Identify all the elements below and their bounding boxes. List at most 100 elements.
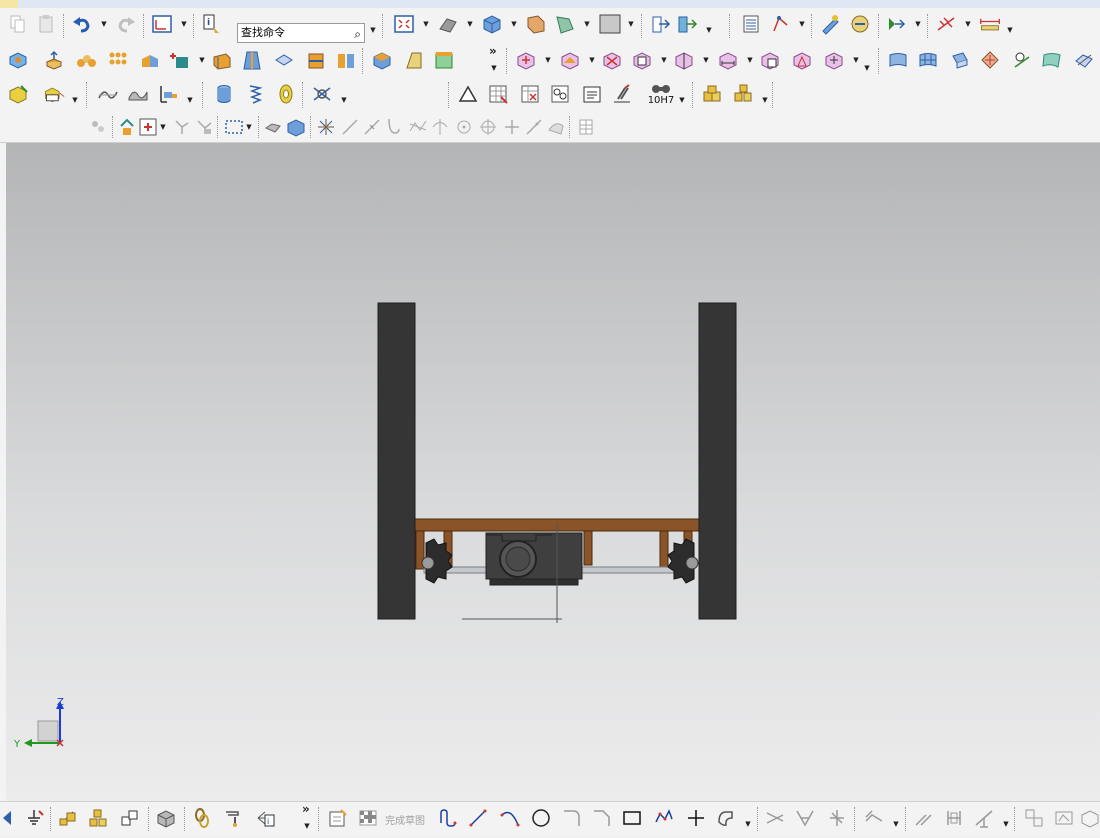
- filter-dropdown-icon[interactable]: ▼: [914, 12, 922, 36]
- chamfer-sketch-icon[interactable]: [590, 806, 614, 830]
- offset-region-icon[interactable]: [672, 48, 696, 72]
- mirror-assembly-icon[interactable]: [118, 806, 142, 830]
- sketch-constraint-icon[interactable]: [22, 806, 46, 830]
- tolerance-dropdown-icon[interactable]: ▼: [678, 88, 686, 112]
- background-dropdown-icon[interactable]: ▼: [627, 12, 635, 36]
- split-body-icon[interactable]: [334, 48, 358, 72]
- redo-icon[interactable]: [114, 12, 138, 36]
- layer-dropdown-icon[interactable]: ▼: [798, 12, 806, 36]
- quadrant-point-icon[interactable]: [452, 115, 476, 139]
- copy-face-dropdown-icon[interactable]: ▼: [660, 48, 668, 72]
- pattern-feature-icon[interactable]: [74, 48, 98, 72]
- shaded-view-icon[interactable]: [284, 115, 308, 139]
- curve-mesh-icon[interactable]: [916, 48, 940, 72]
- datum-dropdown-icon[interactable]: ▼: [198, 48, 206, 72]
- swept-icon[interactable]: [948, 48, 972, 72]
- rectangle-dropdown-icon[interactable]: ▼: [245, 115, 253, 139]
- selection-scope-icon[interactable]: [86, 115, 110, 139]
- datum-feature-icon[interactable]: [456, 82, 480, 106]
- search-icon[interactable]: ⌕: [354, 25, 361, 43]
- align-edges-icon[interactable]: [156, 82, 180, 106]
- right-wheel[interactable]: [698, 302, 737, 620]
- sketch-task-icon[interactable]: [326, 806, 350, 830]
- bearing-icon[interactable]: [274, 82, 298, 106]
- harness-icon[interactable]: [310, 82, 334, 106]
- section-dropdown-icon[interactable]: ▼: [583, 12, 591, 36]
- graphics-window[interactable]: Z Y: [6, 143, 1100, 801]
- mid-point-icon[interactable]: [360, 115, 384, 139]
- note-icon[interactable]: [580, 82, 604, 106]
- pull-face-icon[interactable]: [558, 48, 582, 72]
- point-icon[interactable]: [684, 806, 708, 830]
- orient-view-icon[interactable]: [480, 12, 504, 36]
- extrude-icon[interactable]: [42, 48, 66, 72]
- show-constraints-icon[interactable]: [1078, 806, 1100, 830]
- replace-blend-icon[interactable]: [758, 48, 782, 72]
- n-sided-surface-icon[interactable]: [978, 48, 1002, 72]
- synchronous-overflow-icon[interactable]: ▼: [863, 56, 871, 80]
- clear-snap-icon[interactable]: [574, 115, 598, 139]
- shell-icon[interactable]: [272, 48, 296, 72]
- overflow-dropdown-icon[interactable]: ▼: [490, 56, 498, 80]
- link-icon[interactable]: [190, 806, 214, 830]
- search-dropdown-icon[interactable]: ▼: [369, 18, 377, 42]
- model-view[interactable]: Z Y: [6, 143, 1100, 801]
- snap-filter-icon[interactable]: [136, 115, 160, 139]
- select-body-icon[interactable]: [192, 115, 216, 139]
- datum-plane-icon[interactable]: [168, 48, 192, 72]
- spline-dropdown-icon[interactable]: ▼: [744, 812, 752, 836]
- point-on-face-icon[interactable]: [522, 115, 546, 139]
- rectangle-icon[interactable]: [620, 806, 644, 830]
- profile-icon[interactable]: [436, 806, 460, 830]
- make-corner-icon[interactable]: [825, 806, 849, 830]
- assembly-sequence-icon[interactable]: [700, 82, 724, 106]
- intersection-point-icon[interactable]: [406, 115, 430, 139]
- snap-enable-icon[interactable]: [314, 115, 338, 139]
- draft-icon[interactable]: [402, 48, 426, 72]
- spline-icon[interactable]: [714, 806, 738, 830]
- spring-icon[interactable]: [244, 82, 268, 106]
- render-style-icon[interactable]: [436, 12, 460, 36]
- sew-icon[interactable]: [1072, 48, 1096, 72]
- edit-object-display-icon[interactable]: [818, 12, 842, 36]
- through-curves-icon[interactable]: [886, 48, 910, 72]
- polygon-icon[interactable]: [652, 806, 676, 830]
- wave-geometry-icon[interactable]: [154, 806, 178, 830]
- component-array-icon[interactable]: [86, 806, 110, 830]
- orient-dropdown-icon[interactable]: ▼: [510, 12, 518, 36]
- view-triad[interactable]: Z Y: [13, 697, 64, 750]
- point-on-curve-icon[interactable]: [476, 115, 500, 139]
- geometric-constraint-icon[interactable]: [1022, 806, 1046, 830]
- undo-dropdown-icon[interactable]: ▼: [100, 12, 108, 36]
- fillet-icon[interactable]: [560, 806, 584, 830]
- align-dropdown-icon[interactable]: ▼: [186, 88, 194, 112]
- move-component-icon[interactable]: [648, 12, 672, 36]
- bounded-grid-icon[interactable]: [544, 115, 568, 139]
- measure-distance-icon[interactable]: [976, 12, 1004, 36]
- trim-body-icon[interactable]: [304, 48, 328, 72]
- pattern-face-icon[interactable]: [822, 48, 846, 72]
- move-face-dropdown-icon[interactable]: ▼: [544, 48, 552, 72]
- select-feature-icon[interactable]: [170, 115, 194, 139]
- control-point-icon[interactable]: [382, 115, 406, 139]
- analysis-dropdown-icon[interactable]: ▼: [964, 12, 972, 36]
- angular-dimension-icon[interactable]: [972, 806, 996, 830]
- limits-fits-button[interactable]: 10H7: [646, 80, 676, 108]
- rectangle-select-icon[interactable]: [222, 115, 246, 139]
- finish-sketch-label[interactable]: 完成草图: [385, 812, 425, 827]
- chassis-beam[interactable]: [407, 518, 701, 532]
- end-point-icon[interactable]: [338, 115, 362, 139]
- text-annotation-icon[interactable]: [40, 82, 68, 106]
- arc-icon[interactable]: [498, 806, 522, 830]
- delete-face-icon[interactable]: [600, 48, 624, 72]
- pattern-array-icon[interactable]: [106, 48, 130, 72]
- auto-constraint-icon[interactable]: [1052, 806, 1076, 830]
- annotation-dropdown-icon[interactable]: ▼: [71, 88, 79, 112]
- replace-face-icon[interactable]: [432, 48, 456, 72]
- copy-face-icon[interactable]: [630, 48, 654, 72]
- assembly-seq-dropdown-icon[interactable]: ▼: [761, 88, 769, 112]
- offset-region-dropdown-icon[interactable]: ▼: [702, 48, 710, 72]
- paste-icon[interactable]: [34, 12, 58, 36]
- wcs-display-icon[interactable]: [150, 12, 174, 36]
- offset-dropdown-icon[interactable]: ▼: [892, 812, 900, 836]
